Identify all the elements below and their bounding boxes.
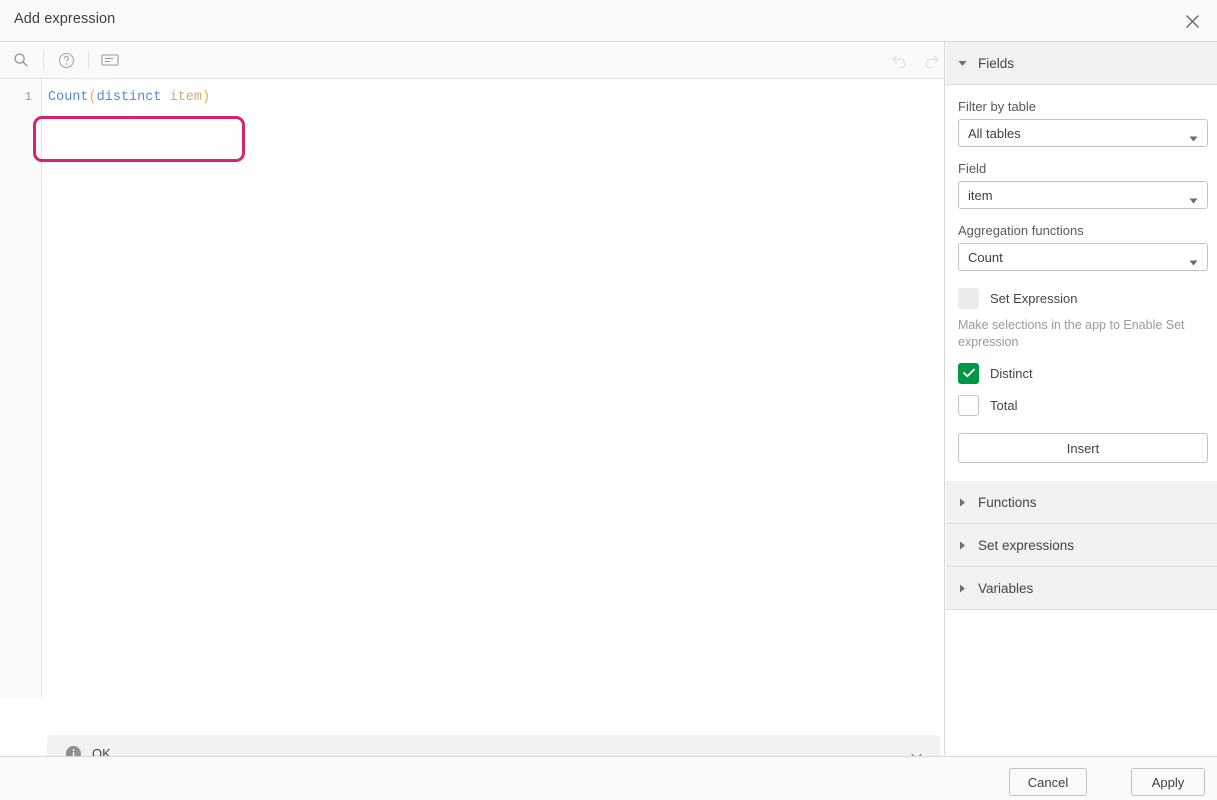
filter-by-table-select[interactable]: All tables [958,119,1208,147]
aggregation-functions-select[interactable]: Count [958,243,1208,271]
code-token-field: item [170,90,202,105]
accordion-label-variables: Variables [978,581,1033,596]
field-label: Field [958,161,1205,176]
toolbar-divider [43,50,44,70]
caret-right-icon [958,498,967,507]
accordion-header-functions[interactable]: Functions [946,481,1217,524]
code-input-area[interactable]: Count(distinct item) [43,79,944,697]
distinct-label: Distinct [990,366,1033,381]
chevron-down-icon [1189,130,1198,137]
caret-right-icon [958,541,967,550]
aggregation-functions-label: Aggregation functions [958,223,1205,238]
redo-icon[interactable] [916,46,946,74]
filter-by-table-value: All tables [968,126,1021,141]
total-checkbox[interactable] [958,395,979,416]
code-token-plain [161,90,169,105]
total-label: Total [990,398,1017,413]
editor-gutter: 1 [0,79,42,697]
undo-icon[interactable] [884,46,914,74]
cancel-button[interactable]: Cancel [1009,768,1087,796]
set-expression-label: Set Expression [990,291,1077,306]
expression-editor-pane: 1 Count(distinct item) OK Count(distinct… [0,42,945,755]
caret-right-icon [958,584,967,593]
filter-by-table-label: Filter by table [958,99,1205,114]
accordion-label-set-expressions: Set expressions [978,538,1074,553]
chevron-down-icon [1189,192,1198,199]
code-token-keyword: distinct [97,90,162,105]
accordion-header-variables[interactable]: Variables [946,567,1217,610]
total-checkbox-row[interactable]: Total [958,392,1205,418]
insert-button[interactable]: Insert [958,433,1208,463]
dialog-title: Add expression [14,11,115,27]
distinct-checkbox-row[interactable]: Distinct [958,360,1205,386]
caret-down-icon [958,59,967,68]
expression-code-line: Count(distinct item) [48,89,210,107]
code-token-function: Count [48,90,89,105]
field-select[interactable]: item [958,181,1208,209]
dialog-titlebar: Add expression [0,0,1217,42]
toolbar-divider-2 [88,50,89,70]
accordion-header-set-expressions[interactable]: Set expressions [946,524,1217,567]
aggregation-functions-value: Count [968,250,1003,265]
code-token-paren: ) [202,90,210,105]
close-icon[interactable] [1175,5,1209,37]
set-expression-help-text: Make selections in the app to Enable Set… [958,317,1196,351]
side-panel: Fields Filter by table All tables Field … [946,42,1217,755]
search-icon[interactable] [6,46,36,74]
apply-button[interactable]: Apply [1131,768,1205,796]
editor-toolbar [0,42,944,79]
fields-section-body: Filter by table All tables Field item Ag… [946,85,1217,481]
comment-icon[interactable] [95,46,125,74]
set-expression-checkbox[interactable] [958,288,979,309]
chevron-down-icon [1189,254,1198,261]
accordion-label-fields: Fields [978,56,1014,71]
code-token-paren: ( [89,90,97,105]
dialog-footer: Cancel Apply [0,756,1217,800]
set-expression-checkbox-row[interactable]: Set Expression [958,285,1205,311]
field-value: item [968,188,993,203]
distinct-checkbox[interactable] [958,363,979,384]
line-number: 1 [25,90,32,104]
accordion-label-functions: Functions [978,495,1037,510]
help-icon[interactable] [51,46,81,74]
accordion-header-fields[interactable]: Fields [946,42,1217,85]
